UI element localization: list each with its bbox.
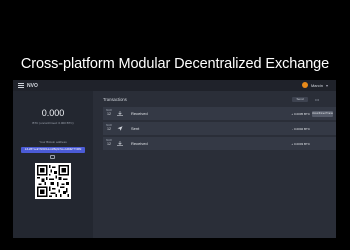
transactions-title: Transactions	[103, 97, 127, 102]
user-menu[interactable]: Marcin ▾	[301, 82, 328, 88]
transactions-panel: Transactions Send ••• MAR 12 Received + …	[93, 91, 336, 238]
transaction-amount: + 0.0005 BTC	[291, 111, 310, 116]
transaction-date: MAR 12	[105, 124, 113, 131]
transaction-row[interactable]: MAR 12 Sent - 0.0002 BTC	[103, 122, 336, 135]
balance-subtitle: BTC (unconfirmed: 0.000 BTC)	[32, 121, 74, 125]
app-brand: NVO	[27, 82, 38, 89]
qr-code	[35, 163, 71, 199]
received-icon	[117, 111, 123, 116]
status-badge: Unconfirmed Transaction	[312, 110, 333, 117]
copy-icon[interactable]	[50, 155, 55, 159]
transaction-amount: - 0.0002 BTC	[292, 126, 310, 131]
transaction-date: MAR 12	[105, 109, 113, 116]
address-label: Your Bitcoin address	[39, 140, 67, 144]
menu-icon[interactable]	[18, 83, 24, 88]
sent-icon	[117, 126, 123, 131]
transaction-amount: + 0.0003 BTC	[291, 141, 310, 146]
send-button[interactable]: Send	[292, 97, 308, 102]
received-icon	[117, 141, 123, 146]
wallet-panel: 0.000 BTC (unconfirmed: 0.000 BTC) Your …	[13, 91, 93, 238]
app-window: NVO Marcin ▾ 0.000 BTC (unconfirmed: 0.0…	[13, 80, 336, 238]
transaction-day: 12	[107, 127, 111, 131]
transaction-day: 12	[107, 142, 111, 146]
chevron-down-icon: ▾	[325, 82, 328, 88]
avatar	[301, 82, 308, 88]
transaction-day: 12	[107, 112, 111, 116]
more-options-icon[interactable]: •••	[315, 97, 319, 102]
transaction-date: MAR 12	[105, 139, 113, 146]
transaction-row[interactable]: MAR 12 Received + 0.0005 BTC Unconfirmed…	[103, 107, 336, 120]
balance-amount: 0.000	[41, 108, 65, 118]
address-field[interactable]: 1JL2BYLeEYM6b6HuAMBqbFNLuGM3ET7VMM	[21, 147, 85, 153]
top-bar: NVO Marcin ▾	[13, 80, 336, 91]
transaction-type: Sent	[131, 126, 140, 131]
transaction-type: Received	[131, 141, 148, 146]
headline: Cross-platform Modular Decentralized Exc…	[20, 56, 330, 72]
username: Marcin	[310, 82, 323, 88]
transaction-type: Received	[131, 111, 148, 116]
transaction-row[interactable]: MAR 12 Received + 0.0003 BTC	[103, 137, 336, 150]
